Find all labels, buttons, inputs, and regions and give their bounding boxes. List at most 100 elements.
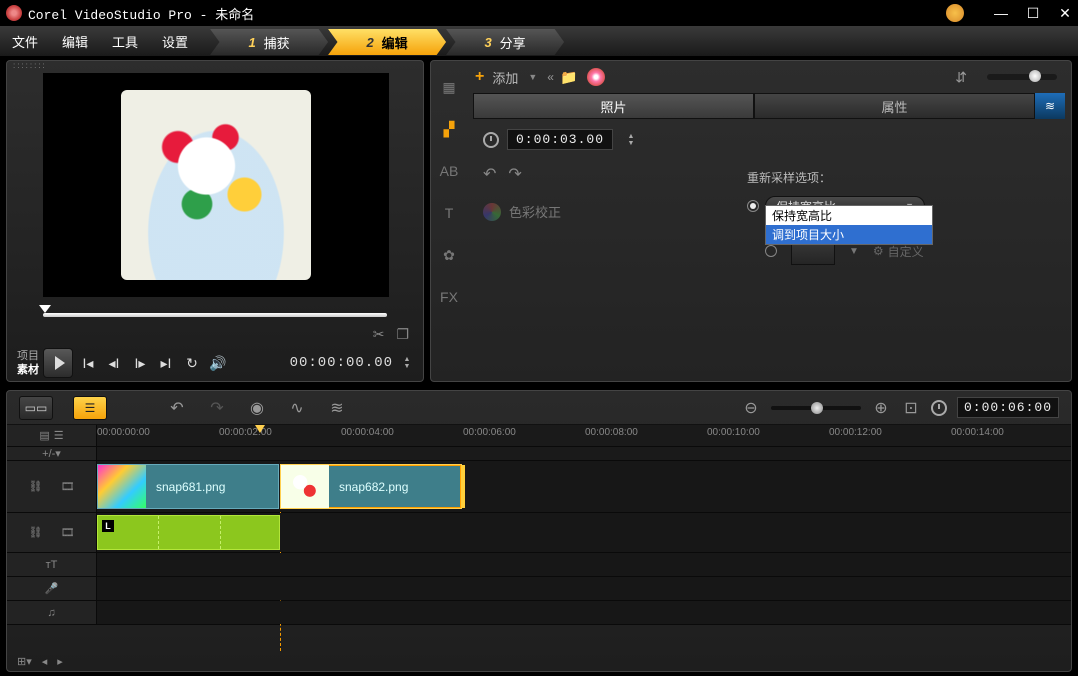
auto-music-icon[interactable]: ≋ <box>327 398 347 418</box>
clock-icon <box>931 400 947 416</box>
sidetab-title-icon[interactable]: AB <box>437 159 461 183</box>
custom-radio[interactable] <box>765 245 777 257</box>
lock-icon[interactable]: ⛓ <box>29 526 43 539</box>
mode-project[interactable]: 项目 <box>17 349 39 363</box>
timeline-view-button[interactable]: ☰ <box>73 396 107 420</box>
zoom-out-icon[interactable]: ⊖ <box>741 398 761 418</box>
scissors-icon[interactable]: ✂ <box>373 326 385 343</box>
seek-thumb-icon[interactable] <box>39 305 51 313</box>
mode-clip[interactable]: 素材 <box>17 363 39 377</box>
goto-start-button[interactable]: I◂ <box>77 353 99 373</box>
collapse-icon[interactable]: « <box>547 70 550 84</box>
add-button[interactable]: + 添加 <box>475 68 518 87</box>
menu-bar: 文件 编辑 工具 设置 1 捕获 2 编辑 3 分享 <box>0 26 1078 56</box>
thumbnail-size-slider[interactable] <box>987 74 1057 80</box>
preview-timecode[interactable]: 00:00:00.00 <box>290 355 393 371</box>
clip-snap682[interactable]: snap682.png <box>280 464 462 509</box>
window-title: Corel VideoStudio Pro - 未命名 <box>28 4 946 23</box>
play-button[interactable] <box>43 348 73 378</box>
overlay-icon: 🎞 <box>61 526 75 539</box>
title-bar: Corel VideoStudio Pro - 未命名 — ☐ ✕ <box>0 0 1078 26</box>
scroll-right-icon[interactable]: ▸ <box>57 655 63 668</box>
sidetab-media-icon[interactable]: ▦ <box>437 75 461 99</box>
step-edit[interactable]: 2 编辑 <box>328 29 446 55</box>
folder-icon[interactable]: 📁 <box>560 69 577 86</box>
sidetab-graphic-icon[interactable]: ✿ <box>437 243 461 267</box>
playhead-marker-icon[interactable] <box>255 425 265 433</box>
title-track-icon: ᴛT <box>46 559 58 571</box>
add-track-button[interactable]: +/-▾ <box>7 447 97 460</box>
lock-icon[interactable]: ⛓ <box>29 480 43 493</box>
sort-icon[interactable]: ⇵ <box>955 69 967 86</box>
menu-icon[interactable]: ☰ <box>54 429 64 442</box>
timecode-spinner[interactable]: ▲▼ <box>401 356 413 370</box>
next-frame-button[interactable]: I▸ <box>129 353 151 373</box>
tick: 00:00:06:00 <box>463 427 516 438</box>
preview-screen[interactable] <box>43 73 389 297</box>
add-chapter-icon[interactable]: ⊞▾ <box>17 655 32 668</box>
overlay-L-badge: L <box>102 520 114 532</box>
options-panel: ▦ ▞ AB T ✿ FX + 添加 ▼ « 📁 ⇵ 照片 属性 <box>430 60 1072 382</box>
duration-spinner[interactable]: ▲▼ <box>625 133 637 147</box>
project-duration[interactable]: 0:00:06:00 <box>957 397 1059 418</box>
step-capture[interactable]: 1 捕获 <box>210 29 328 55</box>
zoom-slider[interactable] <box>771 406 861 410</box>
minimize-button[interactable]: — <box>994 6 1008 20</box>
prev-frame-button[interactable]: ◂I <box>103 353 125 373</box>
list-icon[interactable]: ▤ <box>39 429 49 442</box>
seek-bar[interactable] <box>43 301 387 323</box>
menu-edit[interactable]: 编辑 <box>50 32 100 51</box>
storyboard-view-button[interactable]: ▭▭ <box>19 396 53 420</box>
sidetab-text-icon[interactable]: T <box>437 201 461 225</box>
clip-thumbnail <box>98 465 146 508</box>
dropdown-arrow-icon[interactable]: ▼ <box>528 72 537 82</box>
tick: 00:00:04:00 <box>341 427 394 438</box>
clip-snap681[interactable]: snap681.png <box>97 464 279 509</box>
film-icon: 🎞 <box>61 480 75 493</box>
video-track-head[interactable]: ⛓ 🎞 <box>7 461 97 512</box>
rotate-left-icon[interactable]: ↶ <box>483 164 496 184</box>
duration-field[interactable]: 0:00:03.00 <box>507 129 613 150</box>
resample-radio[interactable] <box>747 200 759 212</box>
tab-photo[interactable]: 照片 <box>473 93 754 119</box>
chevron-down-icon[interactable]: ▼ <box>849 246 859 257</box>
dropdown-opt-keep-aspect[interactable]: 保持宽高比 <box>766 206 932 225</box>
sidetab-fx-icon[interactable]: FX <box>437 285 461 309</box>
rotate-right-icon[interactable]: ↷ <box>508 164 521 184</box>
dropdown-opt-fit-project[interactable]: 调到项目大小 <box>766 225 932 244</box>
custom-button: ⚙ 自定义 <box>873 243 924 260</box>
voice-track-head[interactable]: 🎤 <box>7 577 97 600</box>
volume-button[interactable]: 🔊 <box>207 353 229 373</box>
step-share[interactable]: 3 分享 <box>446 29 564 55</box>
overlay-track-head[interactable]: ⛓ 🎞 <box>7 513 97 552</box>
time-ruler[interactable]: 00:00:00:00 00:00:02:00 00:00:04:00 00:0… <box>97 425 1071 446</box>
overlay-clip[interactable]: L <box>97 515 280 550</box>
menu-tools[interactable]: 工具 <box>100 32 150 51</box>
multi-trim-icon[interactable]: ❐ <box>396 326 409 343</box>
sidetab-transition-icon[interactable]: ▞ <box>437 117 461 141</box>
scroll-left-icon[interactable]: ◂ <box>42 655 48 668</box>
tick: 00:00:14:00 <box>951 427 1004 438</box>
panel-grip-icon[interactable]: :::::::: <box>7 61 423 71</box>
corel-badge-icon[interactable] <box>946 4 964 22</box>
expand-options-button[interactable]: ≋ <box>1035 93 1065 119</box>
fit-timeline-icon[interactable]: ⊡ <box>901 398 921 418</box>
mic-icon: 🎤 <box>45 582 59 595</box>
repeat-button[interactable]: ↻ <box>181 353 203 373</box>
menu-settings[interactable]: 设置 <box>150 32 200 51</box>
ruler-head[interactable]: ▤ ☰ <box>7 425 97 446</box>
disc-icon[interactable] <box>587 68 605 86</box>
audio-mixer-icon[interactable]: ∿ <box>287 398 307 418</box>
zoom-in-icon[interactable]: ⊕ <box>871 398 891 418</box>
record-icon[interactable]: ◉ <box>247 398 267 418</box>
tab-attributes[interactable]: 属性 <box>754 93 1035 119</box>
maximize-button[interactable]: ☐ <box>1026 6 1040 20</box>
menu-file[interactable]: 文件 <box>0 32 50 51</box>
resample-dropdown[interactable]: 保持宽高比 调到项目大小 <box>765 205 933 245</box>
music-track-head[interactable]: ♫ <box>7 601 97 624</box>
title-track-head[interactable]: ᴛT <box>7 553 97 576</box>
redo-icon[interactable]: ↷ <box>207 398 227 418</box>
undo-icon[interactable]: ↶ <box>167 398 187 418</box>
close-button[interactable]: ✕ <box>1058 6 1072 20</box>
goto-end-button[interactable]: ▸I <box>155 353 177 373</box>
